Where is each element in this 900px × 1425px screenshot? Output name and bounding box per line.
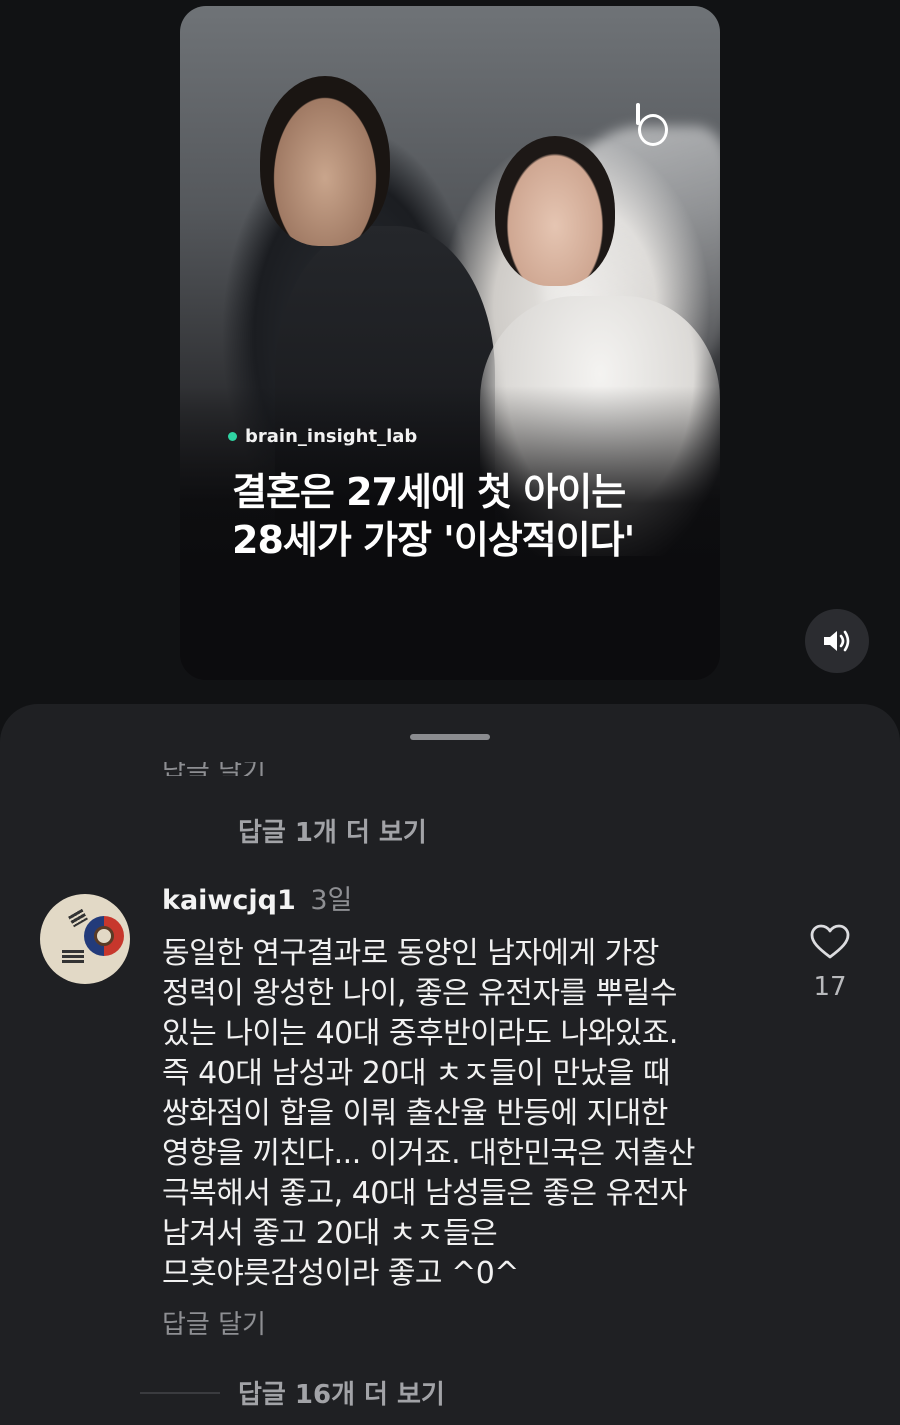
reel-headline: 결혼은 27세에 첫 아이는 28세가 가장 '이상적이다' [232, 468, 702, 564]
view-more-replies-bottom-button[interactable]: 답글 16개 더 보기 [140, 1374, 445, 1411]
avatar[interactable] [40, 894, 130, 984]
view-more-replies-bottom-label: 답글 16개 더 보기 [238, 1380, 445, 1410]
headline-line-1: 결혼은 27세에 첫 아이는 [232, 470, 626, 514]
comments-sheet: 답글 달기 답글 1개 더 보기 kaiwcjq1 3일 동일한 연구결과로 동… [0, 704, 900, 1425]
comment-username[interactable]: kaiwcjq1 [162, 885, 296, 916]
avatar-trigram-top [68, 908, 88, 928]
like-count: 17 [813, 972, 847, 1002]
avatar-trigram-bottom [62, 950, 84, 964]
groom-head [260, 76, 390, 246]
view-more-replies-button[interactable]: 답글 1개 더 보기 [140, 812, 427, 849]
truncated-previous-text: 답글 달기 [162, 762, 282, 776]
comment-header: kaiwcjq1 3일 [162, 884, 352, 918]
comment-timestamp: 3일 [310, 885, 353, 916]
reply-button[interactable]: 답글 달기 [162, 1304, 266, 1341]
avatar-taegeuk-symbol [84, 916, 124, 956]
sheet-drag-handle[interactable] [410, 734, 490, 740]
like-button[interactable]: 17 [808, 924, 852, 1002]
speaker-on-icon [824, 630, 850, 652]
channel-name: brain_insight_lab [245, 426, 418, 447]
reply-thread-line [140, 1391, 220, 1394]
headline-line-2: 28세가 가장 '이상적이다' [232, 518, 635, 562]
channel-logo-icon [636, 103, 668, 146]
view-more-replies-label: 답글 1개 더 보기 [238, 818, 427, 848]
bride-head [495, 136, 615, 286]
channel-tag[interactable]: brain_insight_lab [228, 426, 417, 447]
status-dot-icon [228, 432, 237, 441]
heart-outline-icon [810, 924, 850, 959]
reel-video-card[interactable]: brain_insight_lab 결혼은 27세에 첫 아이는 28세가 가장… [180, 6, 720, 680]
comment-text: 동일한 연구결과로 동양인 남자에게 가장 정력이 왕성한 나이, 좋은 유전자… [162, 936, 696, 1291]
sound-toggle-button[interactable] [805, 609, 869, 673]
